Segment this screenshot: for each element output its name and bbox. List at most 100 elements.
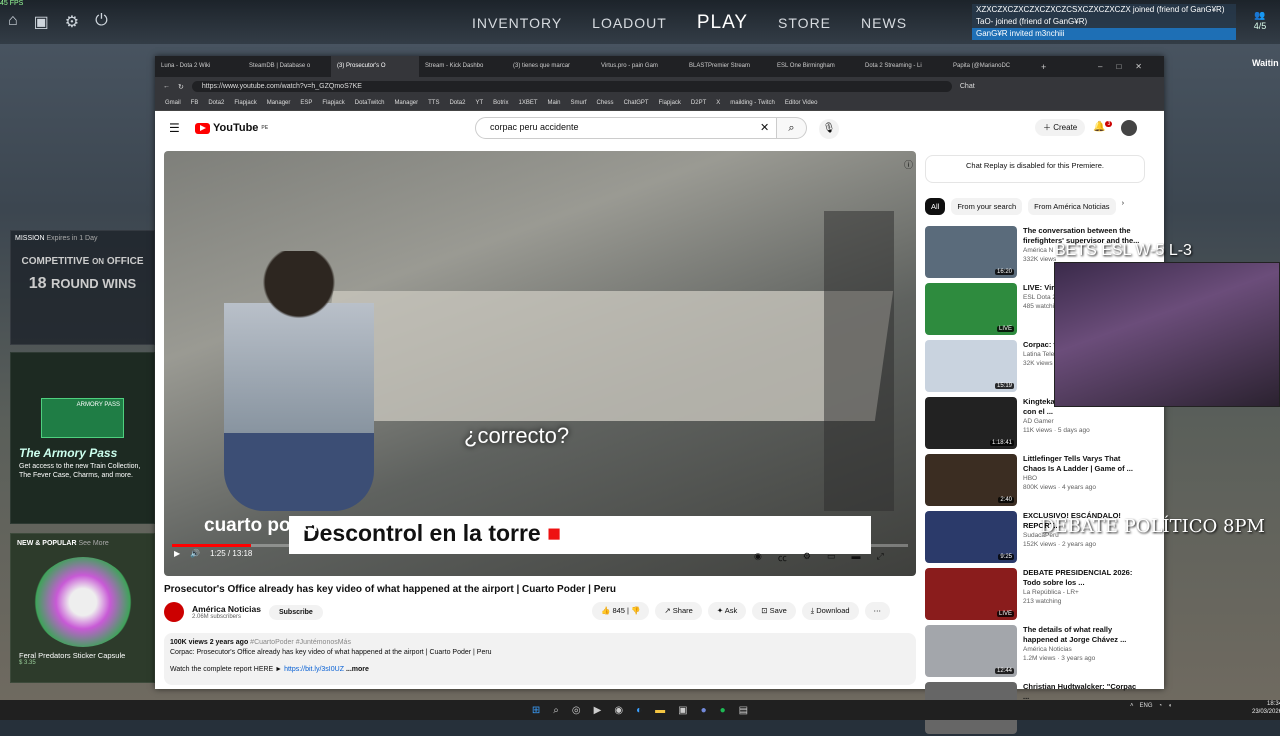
hashtags[interactable]: #CuartoPoder #JuntémonosMás — [250, 639, 351, 646]
nav-play[interactable]: PLAY — [697, 12, 748, 34]
recommendation-thumbnail[interactable]: 1:18:41 — [925, 397, 1017, 449]
tab[interactable]: Stream - Kick Dashbo — [419, 56, 507, 77]
show-more[interactable]: ...more — [346, 666, 369, 673]
language-indicator[interactable]: ENG — [1140, 703, 1153, 709]
discord-icon[interactable]: ● — [701, 705, 707, 716]
progress-bar[interactable] — [172, 544, 908, 547]
bookmark[interactable]: DotaTwitch — [355, 100, 385, 106]
bookmark[interactable]: Chess — [597, 100, 614, 106]
bookmark[interactable]: FB — [191, 100, 199, 106]
settings-icon[interactable]: ⚙ — [803, 551, 811, 564]
bookmark[interactable]: Dota2 — [449, 100, 465, 106]
nav-store[interactable]: STORE — [778, 15, 831, 31]
bookmark[interactable]: 1XBET — [519, 100, 538, 106]
new-popular-panel[interactable]: NEW & POPULAR See More Feral Predators S… — [10, 533, 155, 683]
avatar[interactable] — [1121, 120, 1137, 136]
recommendation-item[interactable]: 12:44 The details of what really happene… — [925, 625, 1150, 679]
create-button[interactable]: ＋ Create — [1035, 119, 1086, 136]
description-box[interactable]: 100K views 2 years ago #CuartoPoder #Jun… — [164, 633, 916, 685]
new-tab-button[interactable]: + — [1041, 62, 1046, 72]
search-input[interactable]: corpac peru accidente — [475, 117, 777, 139]
bookmark[interactable]: X — [716, 100, 720, 106]
bookmark[interactable]: Manager — [394, 100, 418, 106]
url-field[interactable]: https://www.youtube.com/watch?v=h_GZQmoS… — [191, 81, 952, 92]
power-icon[interactable]: ⏻ — [95, 12, 108, 32]
home-icon[interactable]: ⌂ — [8, 12, 18, 32]
volume-icon[interactable]: 🔊 — [190, 549, 200, 558]
nav-inventory[interactable]: INVENTORY — [472, 15, 562, 31]
bookmark[interactable]: Flapjack — [234, 100, 256, 106]
speaker-icon[interactable]: ◖ — [1168, 703, 1172, 709]
bookmark[interactable]: Smurf — [571, 100, 587, 106]
subscribe-button[interactable]: Subscribe — [268, 604, 323, 620]
recommendation-item[interactable]: LIVE DEBATE PRESIDENCIAL 2026: Todo sobr… — [925, 568, 1150, 622]
bookmark[interactable]: YT — [475, 100, 483, 106]
recommendation-thumbnail[interactable]: 12:44 — [925, 625, 1017, 677]
recommendation-thumbnail[interactable]: 16:20 — [925, 226, 1017, 278]
theater-icon[interactable]: ▬ — [851, 551, 860, 564]
chevron-up-icon[interactable]: ˄ — [1130, 703, 1134, 709]
recommendation-thumbnail[interactable]: 15:19 — [925, 340, 1017, 392]
mic-icon[interactable]: 🎙 — [819, 119, 839, 139]
friends-icon[interactable]: 👥 — [1240, 10, 1280, 21]
mission-panel[interactable]: MISSION Expires in 1 Day COMPETITIVE ON … — [10, 230, 155, 345]
channel-name[interactable]: América Noticias — [192, 604, 261, 614]
autoplay-icon[interactable]: ◉ — [754, 551, 762, 564]
bookmark[interactable]: Main — [548, 100, 561, 106]
armory-pass-panel[interactable]: ARMORY PASS The Armory Pass Get access t… — [10, 352, 155, 524]
bookmark[interactable]: Dota2 — [208, 100, 224, 106]
tab[interactable]: Virtus.pro - pain Gam — [595, 56, 683, 77]
spotify-icon[interactable]: ● — [720, 705, 726, 716]
fullscreen-icon[interactable]: ⤢ — [876, 551, 883, 564]
info-icon[interactable]: ⓘ — [904, 158, 913, 171]
bell-icon[interactable]: 🔔 3 — [1093, 121, 1113, 132]
gear-icon[interactable]: ⚙ — [65, 12, 79, 32]
more-actions-icon[interactable]: ⋯ — [864, 602, 891, 620]
bookmark[interactable]: ChatGPT — [624, 100, 649, 106]
youtube-logo[interactable]: YouTube PE — [195, 122, 268, 134]
recommendation-thumbnail[interactable]: LIVE — [925, 568, 1017, 620]
windows-start-icon[interactable]: ⊞ — [532, 705, 540, 716]
thumbs-down-icon[interactable]: 👎 — [631, 606, 640, 615]
save-button[interactable]: ⊡ Save — [752, 602, 796, 620]
recommendation-thumbnail[interactable]: 2:40 — [925, 454, 1017, 506]
bookmark[interactable]: Manager — [267, 100, 291, 106]
tab[interactable]: ESL One Birmingham — [771, 56, 859, 77]
chip-all[interactable]: All — [925, 198, 946, 215]
tab[interactable]: Luna - Dota 2 Wiki — [155, 56, 243, 77]
taskbar-app-icon[interactable]: ▣ — [678, 705, 687, 716]
channel-avatar[interactable] — [164, 602, 184, 622]
bookmark[interactable]: Editor Video — [785, 100, 818, 106]
recommendation-thumbnail[interactable]: 9:25 — [925, 511, 1017, 563]
popular-see-more[interactable]: See More — [78, 540, 108, 547]
window-controls[interactable]: –□✕ — [1098, 62, 1164, 71]
chip-from-search[interactable]: From your search — [951, 198, 1023, 215]
wifi-icon[interactable]: ◔ — [1159, 703, 1163, 709]
tab[interactable]: Papita (@MarianoDC — [947, 56, 1035, 77]
captions-icon[interactable]: ㏄ — [778, 551, 787, 564]
recommendation-item[interactable]: 2:40 Littlefinger Tells Varys That Chaos… — [925, 454, 1150, 508]
taskbar-app-icon[interactable]: ▤ — [739, 705, 748, 716]
menu-icon[interactable]: ☰ — [169, 121, 180, 135]
chat-button[interactable]: Chat — [960, 83, 975, 90]
back-icon[interactable]: ← — [163, 83, 170, 90]
nav-loadout[interactable]: LOADOUT — [592, 15, 667, 31]
reload-icon[interactable]: ↻ — [178, 83, 184, 91]
tv-icon[interactable]: ▣ — [34, 12, 49, 32]
like-button[interactable]: 👍 845 | 👎 — [592, 602, 650, 620]
ask-button[interactable]: ✦ Ask — [707, 602, 747, 620]
taskbar-app-icon[interactable]: ◎ — [572, 705, 581, 716]
description-link[interactable]: https://bit.ly/3sI0UZ — [284, 666, 344, 673]
bookmark[interactable]: D2PT — [691, 100, 706, 106]
tab[interactable]: BLASTPremier Stream — [683, 56, 771, 77]
tab[interactable]: SteamDB | Database o — [243, 56, 331, 77]
clear-search-icon[interactable]: ✕ — [760, 121, 769, 134]
bookmark[interactable]: mailding - Twitch — [730, 100, 775, 106]
tab[interactable]: Dota 2 Streaming - Li — [859, 56, 947, 77]
taskbar-app-icon[interactable]: ▶ — [594, 705, 602, 716]
chevron-right-icon[interactable]: › — [1122, 198, 1125, 215]
nav-news[interactable]: NEWS — [861, 15, 907, 31]
bookmark[interactable]: Gmail — [165, 100, 181, 106]
steam-icon[interactable]: ◉ — [614, 705, 623, 716]
recommendation-thumbnail[interactable]: LIVE — [925, 283, 1017, 335]
